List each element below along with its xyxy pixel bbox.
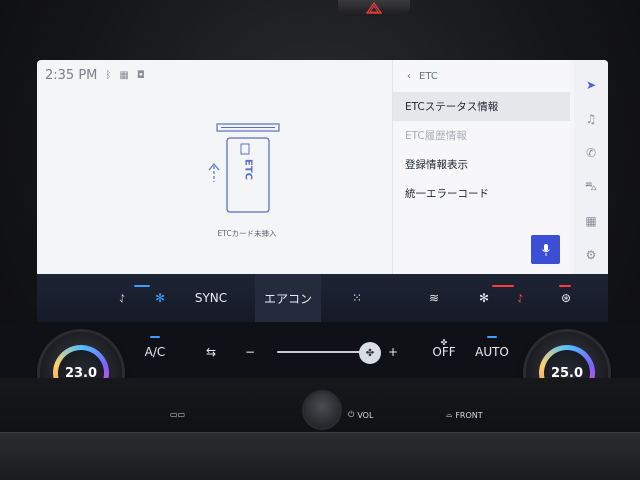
clock: 2:35 PM	[45, 68, 98, 83]
seat-fan-left-button[interactable]: ✻	[145, 274, 175, 322]
front-defrost-button[interactable]: ⌓ FRONT	[446, 410, 483, 420]
etc-status-icon: ▦	[119, 70, 129, 81]
microphone-icon	[541, 243, 550, 256]
steering-heat-button[interactable]: ⊛	[553, 274, 579, 322]
seat-fan-icon: ✻	[154, 291, 166, 305]
camera-icon: ◘	[136, 70, 145, 81]
defog-button[interactable]: ≋	[419, 274, 449, 322]
settings-icon[interactable]: ⚙	[577, 238, 605, 272]
fan-icon: ✤	[365, 347, 375, 359]
grid-dots-icon: ⁙	[351, 291, 363, 305]
status-bar: 2:35 PM ᛒ ▦ ◘	[45, 68, 145, 83]
fan-speed-slider[interactable]	[277, 351, 367, 353]
card-brand-label: ETC	[242, 159, 254, 180]
fan-down-button[interactable]: −	[240, 342, 260, 362]
chevron-left-icon: ‹	[407, 70, 411, 82]
navigation-icon[interactable]: ➤	[577, 68, 605, 102]
seat-vent-left-button[interactable]: ⥌	[107, 274, 137, 322]
more-button[interactable]: ⁙	[337, 274, 377, 322]
car-icon[interactable]: ⛍	[577, 170, 605, 204]
menu-item-etc-history: ETC履歴情報	[405, 130, 467, 142]
steering-wheel-icon: ⊛	[560, 291, 572, 305]
seat-fan-right-button[interactable]: ✻	[469, 274, 499, 322]
apps-icon[interactable]: ▦	[577, 204, 605, 238]
menu-item-error-code[interactable]: 統一エラーコード	[393, 179, 570, 208]
music-icon[interactable]: ♫	[577, 102, 605, 136]
seat-fan-icon: ✻	[478, 291, 490, 305]
recirculation-icon: ⇆	[205, 345, 217, 359]
rear-defog-button[interactable]: ▭▭	[170, 410, 185, 419]
seat-heat-right-button[interactable]: ⥌	[505, 274, 535, 322]
menu-title: ETC	[419, 70, 438, 82]
auto-indicator	[487, 336, 497, 338]
etc-card-illustration: ETC	[205, 120, 291, 216]
seat-heat-icon: ⥌	[517, 290, 523, 305]
ac-indicator	[150, 336, 160, 338]
climate-bar-top: ⥌ ✻ SYNC エアコン ⁙ ≋ ✻ ⥌ ⊛	[37, 274, 608, 322]
card-status-caption: ETCカード未挿入	[217, 229, 277, 238]
sync-button[interactable]: SYNC	[187, 274, 235, 322]
airflow-icon: ≋	[428, 291, 440, 305]
app-rail: ➤ ♫ ✆ ⛍ ▦ ⚙	[574, 60, 608, 274]
volume-knob[interactable]	[304, 392, 340, 428]
fan-up-button[interactable]: +	[383, 342, 403, 362]
hazard-icon	[366, 2, 382, 14]
recirculation-button[interactable]: ⇆	[196, 342, 226, 362]
aircon-button[interactable]: エアコン	[255, 274, 321, 322]
seat-vent-icon: ⥌	[119, 290, 125, 305]
auto-button[interactable]: AUTO	[470, 342, 514, 362]
infotainment-screen: 2:35 PM ᛒ ▦ ◘ ETC ETCカード未挿入 ‹ ETC ETCステー…	[37, 60, 608, 274]
bluetooth-icon: ᛒ	[105, 70, 112, 81]
menu-item-registration[interactable]: 登録情報表示	[393, 150, 570, 179]
front-defrost-icon: ⌓	[446, 410, 453, 419]
off-button[interactable]: OFF	[426, 342, 462, 362]
dash-frame	[0, 432, 640, 480]
ac-button[interactable]: A/C	[138, 342, 172, 362]
rear-defog-icon: ▭▭	[170, 410, 186, 419]
power-volume-label: ⏻ VOL	[348, 410, 374, 420]
power-icon: ⏻	[348, 410, 355, 419]
hazard-button[interactable]	[338, 0, 410, 16]
phone-icon[interactable]: ✆	[577, 136, 605, 170]
back-button[interactable]: ‹ ETC	[393, 60, 570, 92]
menu-item-etc-status[interactable]: ETCステータス情報	[393, 92, 570, 121]
fan-slider-thumb[interactable]: ✤	[359, 342, 381, 364]
voice-button[interactable]	[531, 235, 560, 264]
